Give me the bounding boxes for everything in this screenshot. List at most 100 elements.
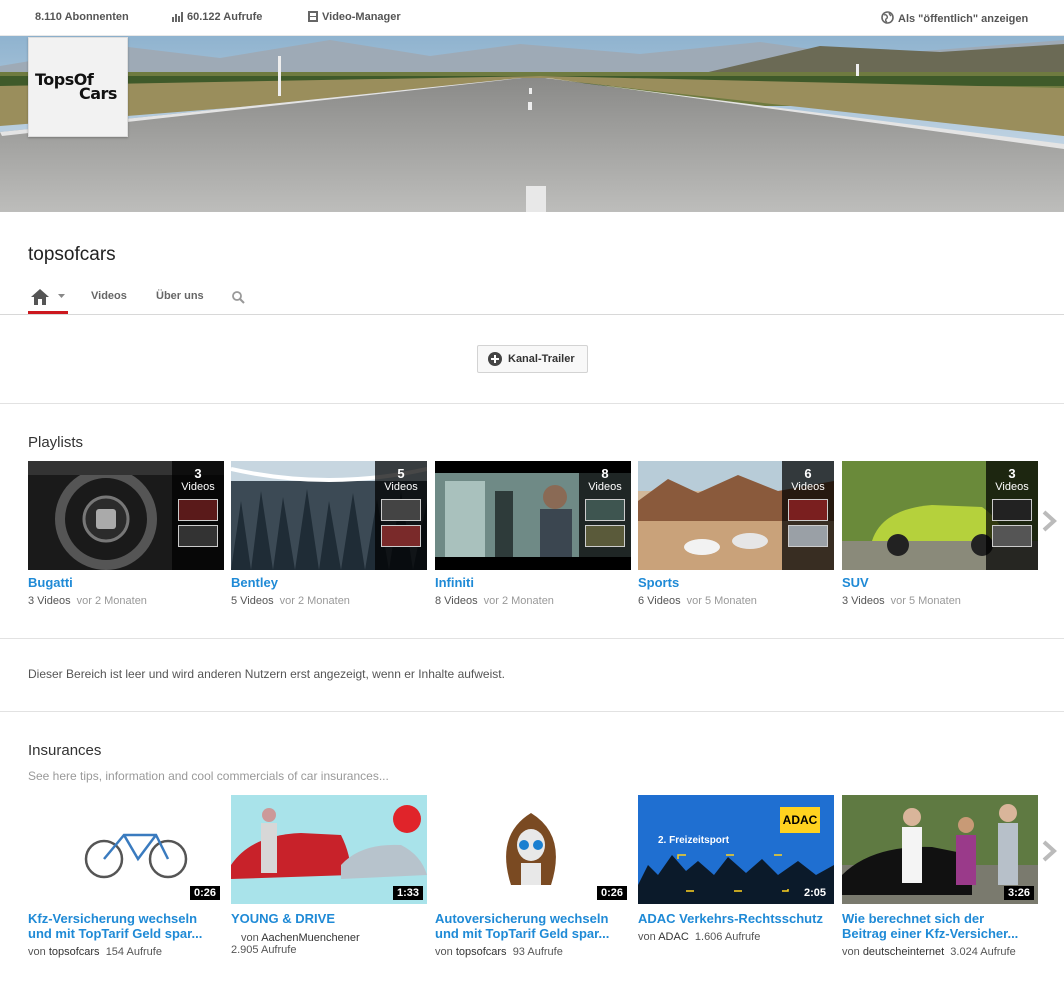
playlist-meta: 6 Videos vor 5 Monaten	[638, 595, 757, 607]
video-card[interactable]: 0:26 Autoversicherung wechseln und mit To…	[435, 795, 631, 958]
video-duration: 0:26	[596, 886, 627, 900]
video-author[interactable]: topsofcars	[49, 946, 100, 958]
video-duration: 3:26	[1003, 886, 1034, 900]
playlist-card[interactable]: 5 Videos Bentley 5 Videos vor 2 Monaten	[231, 461, 427, 607]
video-views: 154 Aufrufe	[105, 946, 162, 958]
tab-about[interactable]: Über uns	[156, 290, 204, 302]
playlist-meta-age: vor 2 Monaten	[279, 595, 350, 607]
playlist-video-count-label: Videos	[791, 481, 825, 493]
playlist-video-count: 8	[601, 466, 609, 481]
channel-nav: Videos Über uns	[0, 282, 1064, 315]
video-thumbnail[interactable]: ADAC 2. Freizeitsport 2:05	[638, 795, 834, 904]
playlists-heading: Playlists	[28, 434, 84, 451]
views-count: 60.122 Aufrufe	[187, 11, 263, 23]
video-duration: 2:05	[803, 887, 826, 899]
section-divider	[0, 403, 1064, 404]
carousel-next-icon[interactable]	[1041, 510, 1057, 532]
add-circle-icon	[488, 352, 502, 366]
subscriber-count: 8.110 Abonnenten	[35, 11, 129, 23]
chevron-down-icon	[58, 294, 65, 298]
video-by: von	[28, 946, 46, 958]
playlist-meta: 3 Videos vor 2 Monaten	[28, 595, 147, 607]
home-icon	[31, 289, 49, 305]
video-author[interactable]: AachenMuenchener	[261, 932, 359, 944]
video-card[interactable]: 1:33 YOUNG & DRIVE von AachenMuenchener …	[231, 795, 427, 956]
playlist-video-count-label: Videos	[995, 481, 1029, 493]
playlist-meta-count: 3 Videos	[842, 595, 885, 607]
video-manager-link[interactable]: Video-Manager	[308, 11, 401, 23]
playlist-meta-age: vor 5 Monaten	[890, 595, 961, 607]
playlist-thumbnail[interactable]: 3 Videos	[28, 461, 224, 570]
video-views: 2.905 Aufrufe	[231, 944, 297, 956]
globe-icon	[881, 11, 894, 24]
playlist-meta-count: 8 Videos	[435, 595, 478, 607]
playlist-card[interactable]: 8 Videos Infiniti 8 Videos vor 2 Monaten	[435, 461, 631, 607]
section-divider	[0, 638, 1064, 639]
video-author[interactable]: topsofcars	[456, 946, 507, 958]
tab-home[interactable]	[28, 282, 68, 314]
playlist-thumbnail[interactable]: 5 Videos	[231, 461, 427, 570]
playlist-card[interactable]: 6 Videos Sports 6 Videos vor 5 Monaten	[638, 461, 834, 607]
video-title[interactable]: Autoversicherung wechseln und mit TopTari…	[435, 911, 631, 941]
video-by: von	[842, 946, 860, 958]
search-icon	[232, 291, 245, 304]
avatar-text-line2: Cars	[79, 84, 117, 103]
empty-section-notice: Dieser Bereich ist leer und wird anderen…	[28, 667, 505, 681]
playlist-title[interactable]: Bugatti	[28, 575, 73, 590]
video-card[interactable]: ADAC 2. Freizeitsport 2:05 ADAC Verkehrs…	[638, 795, 834, 943]
channel-trailer-button[interactable]: Kanal-Trailer	[477, 345, 588, 373]
channel-avatar[interactable]: TopsOf Cars	[28, 37, 128, 137]
playlist-video-count-label: Videos	[181, 481, 215, 493]
playlist-thumbnail[interactable]: 6 Videos	[638, 461, 834, 570]
playlist-video-count-label: Videos	[384, 481, 418, 493]
playlist-title[interactable]: SUV	[842, 575, 869, 590]
playlist-card[interactable]: 3 Videos SUV 3 Videos vor 5 Monaten	[842, 461, 1038, 607]
video-duration: 1:33	[392, 886, 423, 900]
video-card[interactable]: 0:26 Kfz-Versicherung wechseln und mit To…	[28, 795, 224, 958]
carousel-next-icon[interactable]	[1041, 840, 1057, 862]
views-stat[interactable]: 60.122 Aufrufe	[172, 11, 262, 23]
video-views: 1.606 Aufrufe	[694, 931, 761, 943]
video-meta: von AachenMuenchener	[241, 932, 360, 944]
video-thumbnail[interactable]: 1:33	[231, 795, 427, 904]
video-title[interactable]: ADAC Verkehrs-Rechtsschutz	[638, 911, 834, 926]
channel-search-button[interactable]	[232, 291, 245, 309]
playlist-meta: 8 Videos vor 2 Monaten	[435, 595, 554, 607]
channel-stats-bar: 8.110 Abonnenten 60.122 Aufrufe Video-Ma…	[0, 0, 1064, 36]
view-as-public-link[interactable]: Als "öffentlich" anzeigen	[881, 11, 1028, 25]
video-views: 3.024 Aufrufe	[950, 946, 1016, 958]
film-icon	[308, 11, 318, 22]
video-duration: 0:26	[189, 886, 220, 900]
playlist-thumbnail[interactable]: 3 Videos	[842, 461, 1038, 570]
insurances-description: See here tips, information and cool comm…	[28, 769, 389, 783]
video-meta: von topsofcars 93 Aufrufe	[435, 946, 563, 958]
playlist-title[interactable]: Sports	[638, 575, 679, 590]
video-author[interactable]: ADAC	[658, 931, 689, 943]
playlist-card[interactable]: 3 Videos Bugatti 3 Videos vor 2 Monaten	[28, 461, 224, 607]
playlist-meta-age: vor 2 Monaten	[76, 595, 147, 607]
view-as-public-label: Als "öffentlich" anzeigen	[898, 13, 1029, 25]
video-author[interactable]: deutscheinternet	[863, 946, 944, 958]
video-title[interactable]: Wie berechnet sich der Beitrag einer Kfz-…	[842, 911, 1038, 941]
playlist-video-count: 6	[804, 466, 812, 481]
playlist-title[interactable]: Infiniti	[435, 575, 474, 590]
video-meta: von deutscheinternet 3.024 Aufrufe	[842, 946, 1016, 958]
playlist-meta: 3 Videos vor 5 Monaten	[842, 595, 961, 607]
video-thumbnail-caption: 2. Freizeitsport	[658, 835, 730, 846]
playlist-title[interactable]: Bentley	[231, 575, 278, 590]
playlist-thumbnail[interactable]: 8 Videos	[435, 461, 631, 570]
video-thumbnail[interactable]: 0:26	[435, 795, 631, 904]
video-meta: von ADAC 1.606 Aufrufe	[638, 931, 760, 943]
playlist-video-count: 3	[1008, 466, 1016, 481]
video-title[interactable]: YOUNG & DRIVE	[231, 911, 427, 926]
tab-videos[interactable]: Videos	[91, 290, 127, 302]
video-card[interactable]: 3:26 Wie berechnet sich der Beitrag einer…	[842, 795, 1038, 958]
video-thumbnail[interactable]: 0:26	[28, 795, 224, 904]
playlist-meta-age: vor 2 Monaten	[483, 595, 554, 607]
video-meta: von topsofcars 154 Aufrufe	[28, 946, 162, 958]
playlist-video-count-label: Videos	[588, 481, 622, 493]
video-title[interactable]: Kfz-Versicherung wechseln und mit TopTari…	[28, 911, 224, 941]
insurances-heading: Insurances	[28, 742, 102, 759]
channel-title: topsofcars	[28, 244, 116, 265]
video-thumbnail[interactable]: 3:26	[842, 795, 1038, 904]
